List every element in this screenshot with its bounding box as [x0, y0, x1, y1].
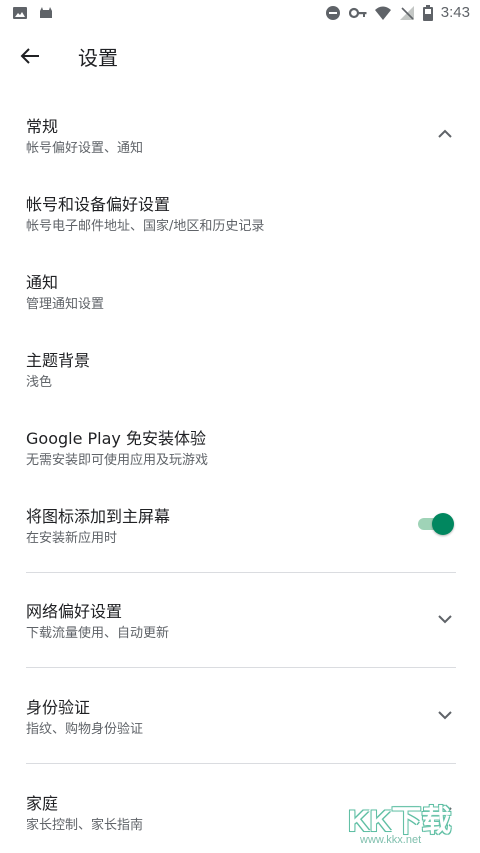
page-title: 设置 [78, 46, 118, 70]
section-network[interactable]: 网络偏好设置 下载流量使用、自动更新 [0, 598, 480, 646]
setting-add-icon-home[interactable]: 将图标添加到主屏幕 在安装新应用时 [0, 503, 480, 551]
setting-theme[interactable]: 主题背景 浅色 [0, 347, 480, 395]
setting-account-preferences[interactable]: 帐号和设备偏好设置 帐号电子邮件地址、国家/地区和历史记录 [0, 191, 480, 239]
status-time: 3:43 [440, 4, 470, 21]
setting-account-subtitle: 帐号电子邮件地址、国家/地区和历史记录 [26, 219, 265, 234]
section-authentication[interactable]: 身份验证 指纹、购物身份验证 [0, 694, 480, 742]
section-general-subtitle: 帐号偏好设置、通知 [26, 141, 144, 156]
image-icon [13, 7, 27, 19]
chevron-down-icon[interactable] [436, 706, 454, 724]
setting-home-icon-title: 将图标添加到主屏幕 [26, 507, 171, 526]
section-network-title: 网络偏好设置 [26, 602, 123, 621]
divider [26, 667, 456, 668]
toggle-thumb [432, 513, 454, 535]
section-family-subtitle: 家长控制、家长指南 [26, 818, 144, 833]
setting-theme-subtitle: 浅色 [26, 375, 53, 390]
setting-theme-title: 主题背景 [26, 351, 91, 370]
section-general[interactable]: 常规 帐号偏好设置、通知 [0, 113, 480, 161]
section-auth-subtitle: 指纹、购物身份验证 [26, 722, 144, 737]
status-bar: 3:43 [0, 0, 480, 28]
status-left [12, 5, 54, 21]
battery-icon [422, 4, 433, 21]
divider [26, 763, 456, 764]
chevron-down-icon[interactable] [436, 610, 454, 628]
no-signal-icon [399, 5, 414, 20]
chevron-up-icon[interactable] [436, 125, 454, 143]
section-auth-title: 身份验证 [26, 698, 91, 717]
section-network-subtitle: 下载流量使用、自动更新 [26, 626, 170, 641]
watermark-url: www.kkx.net [360, 834, 422, 846]
section-general-title: 常规 [26, 117, 59, 136]
wifi-icon [374, 6, 391, 20]
setting-instant-apps[interactable]: Google Play 免安装体验 无需安装即可使用应用及玩游戏 [0, 425, 480, 473]
setting-notifications-subtitle: 管理通知设置 [26, 297, 105, 312]
setting-instant-subtitle: 无需安装即可使用应用及玩游戏 [26, 453, 209, 468]
app-bar: 设置 [0, 30, 480, 82]
setting-notifications-title: 通知 [26, 273, 59, 292]
status-right: 3:43 [325, 4, 470, 21]
watermark: KK下载 www.kkx.net [342, 794, 462, 850]
back-button[interactable] [14, 42, 46, 70]
divider [26, 572, 456, 573]
android-icon [40, 7, 52, 18]
setting-instant-title: Google Play 免安装体验 [26, 429, 206, 448]
add-icon-toggle[interactable] [418, 513, 454, 535]
dnd-icon [325, 5, 340, 20]
key-icon [348, 7, 367, 18]
setting-account-title: 帐号和设备偏好设置 [26, 195, 171, 214]
setting-notifications[interactable]: 通知 管理通知设置 [0, 269, 480, 317]
arrow-back-icon [20, 48, 39, 64]
setting-home-icon-subtitle: 在安装新应用时 [26, 531, 118, 546]
section-family-title: 家庭 [26, 794, 59, 813]
